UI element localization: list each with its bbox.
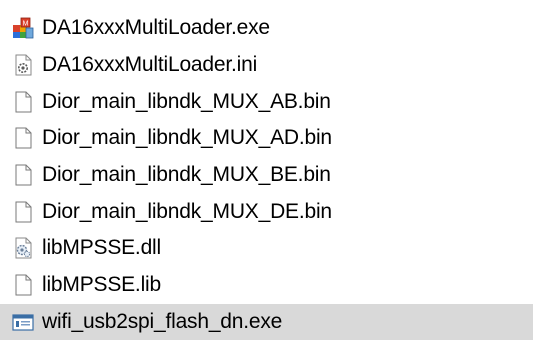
file-row-mux-ad-bin[interactable]: Dior_main_libndk_MUX_AD.bin	[0, 120, 533, 157]
file-name: wifi_usb2spi_flash_dn.exe	[42, 309, 283, 333]
file-row-libmpsse-dll[interactable]: libMPSSE.dll	[0, 230, 533, 267]
blank-file-icon	[10, 162, 36, 188]
file-name: libMPSSE.lib	[42, 273, 161, 297]
dll-file-icon	[10, 235, 36, 261]
file-list: M DA16xxxMultiLoader.exe DA16xxxMultiLoa…	[0, 0, 533, 346]
file-name: Dior_main_libndk_MUX_DE.bin	[42, 199, 332, 223]
file-row-mux-de-bin[interactable]: Dior_main_libndk_MUX_DE.bin	[0, 193, 533, 230]
application-exe-icon: M	[10, 15, 36, 41]
file-name: Dior_main_libndk_MUX_AD.bin	[42, 126, 332, 150]
file-row-mux-ab-bin[interactable]: Dior_main_libndk_MUX_AB.bin	[0, 83, 533, 120]
blank-file-icon	[10, 199, 36, 225]
file-row-multiloader-ini[interactable]: DA16xxxMultiLoader.ini	[0, 47, 533, 84]
file-row-multiloader-exe[interactable]: M DA16xxxMultiLoader.exe	[0, 10, 533, 47]
config-settings-file-icon	[10, 52, 36, 78]
file-row-wifi-usb2spi-exe[interactable]: wifi_usb2spi_flash_dn.exe	[0, 303, 533, 341]
blank-file-icon	[10, 125, 36, 151]
file-row-libmpsse-lib[interactable]: libMPSSE.lib	[0, 267, 533, 304]
blank-file-icon	[10, 272, 36, 298]
svg-text:M: M	[23, 21, 29, 28]
file-name: libMPSSE.dll	[42, 236, 161, 260]
file-name: Dior_main_libndk_MUX_BE.bin	[42, 163, 331, 187]
window-app-icon	[10, 309, 36, 335]
file-name: DA16xxxMultiLoader.ini	[42, 53, 258, 77]
file-row-mux-be-bin[interactable]: Dior_main_libndk_MUX_BE.bin	[0, 157, 533, 194]
file-name: DA16xxxMultiLoader.exe	[42, 16, 270, 40]
blank-file-icon	[10, 89, 36, 115]
file-name: Dior_main_libndk_MUX_AB.bin	[42, 89, 331, 113]
